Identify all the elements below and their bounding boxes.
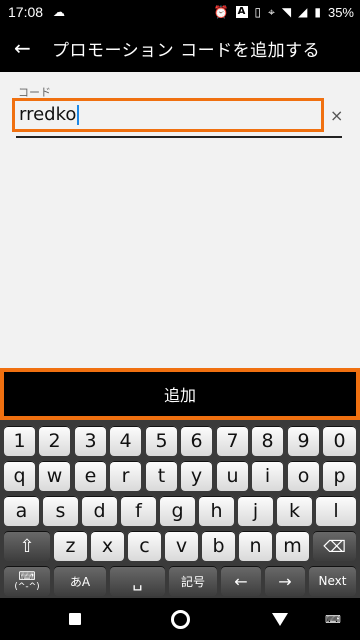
key-3[interactable]: 3 <box>75 426 106 456</box>
space-key[interactable]: ␣ <box>110 566 165 596</box>
text-cursor <box>77 105 80 125</box>
cursor-right-key[interactable]: → <box>265 566 305 596</box>
key-p[interactable]: p <box>323 461 356 491</box>
clear-icon[interactable]: × <box>330 106 343 125</box>
battery-percent: 35% <box>327 4 354 20</box>
shift-key[interactable]: ⇧ <box>4 531 50 561</box>
cloud-icon: ☁ <box>53 5 66 19</box>
key-q[interactable]: q <box>4 461 35 491</box>
key-j[interactable]: j <box>238 496 273 526</box>
code-input-text: rredko <box>19 104 77 125</box>
key-w[interactable]: w <box>39 461 70 491</box>
key-t[interactable]: t <box>146 461 177 491</box>
wifi-icon: ◥ <box>281 5 292 19</box>
keyboard-grid-icon: ⌨ <box>325 612 341 626</box>
back-button[interactable] <box>265 598 295 640</box>
key-2[interactable]: 2 <box>39 426 70 456</box>
key-g[interactable]: g <box>160 496 195 526</box>
key-9[interactable]: 9 <box>288 426 319 456</box>
form-area: コード rredko × <box>0 72 360 368</box>
key-k[interactable]: k <box>277 496 312 526</box>
key-y[interactable]: y <box>181 461 212 491</box>
key-r[interactable]: r <box>110 461 141 491</box>
key-6[interactable]: 6 <box>181 426 212 456</box>
key-8[interactable]: 8 <box>252 426 283 456</box>
shift-icon: ⇧ <box>19 535 35 557</box>
key-o[interactable]: o <box>288 461 319 491</box>
key-v[interactable]: v <box>165 531 198 561</box>
keyboard-icon: ⌨ <box>18 569 36 583</box>
input-mode-indicator: A <box>235 6 248 18</box>
key-h[interactable]: h <box>199 496 234 526</box>
backspace-key[interactable]: ⌫ <box>313 531 356 561</box>
signal-icon: ◢ <box>298 5 308 19</box>
key-l[interactable]: l <box>316 496 356 526</box>
square-icon <box>69 613 81 625</box>
battery-icon: ▮ <box>314 5 321 19</box>
key-z[interactable]: z <box>54 531 87 561</box>
backspace-icon: ⌫ <box>323 536 346 556</box>
back-arrow-icon[interactable]: ← <box>14 24 34 72</box>
key-1[interactable]: 1 <box>4 426 35 456</box>
triangle-down-icon <box>272 612 288 626</box>
recents-button[interactable] <box>60 598 90 640</box>
key-5[interactable]: 5 <box>146 426 177 456</box>
home-button[interactable] <box>165 598 195 640</box>
cursor-left-key[interactable]: ← <box>221 566 261 596</box>
add-button-frame: 追加 <box>0 368 360 420</box>
input-underline <box>16 136 342 138</box>
key-b[interactable]: b <box>202 531 235 561</box>
add-button-label: 追加 <box>163 386 196 405</box>
keyboard-settings-key[interactable]: ⌨ (^-^) <box>4 566 50 596</box>
key-s[interactable]: s <box>43 496 78 526</box>
key-f[interactable]: f <box>121 496 156 526</box>
input-mode-label: あA <box>69 574 91 589</box>
keyboard-switch-button[interactable]: ⌨ <box>318 598 348 640</box>
system-nav-bar: ⌨ <box>0 598 360 640</box>
alarm-icon: ⏰ <box>213 5 229 19</box>
app-bar: ← プロモーション コードを追加する <box>0 24 360 72</box>
soft-keyboard: 1 2 3 4 5 6 7 8 9 0 q w e r t y u i o p … <box>0 420 360 598</box>
key-e[interactable]: e <box>75 461 106 491</box>
key-u[interactable]: u <box>217 461 248 491</box>
next-key[interactable]: Next <box>309 566 356 596</box>
key-4[interactable]: 4 <box>110 426 141 456</box>
add-button[interactable]: 追加 <box>4 372 356 416</box>
location-icon: ⌖ <box>268 4 275 19</box>
emoticon-label: (^-^) <box>14 582 40 592</box>
status-bar: 17:08 ☁ ⏰ A ▯ ⌖ ◥ ◢ ▮ 35% <box>0 0 360 24</box>
key-n[interactable]: n <box>239 531 272 561</box>
code-input-value[interactable]: rredko <box>19 104 80 125</box>
input-mode-key[interactable]: あA <box>54 566 106 596</box>
key-d[interactable]: d <box>82 496 117 526</box>
key-7[interactable]: 7 <box>217 426 248 456</box>
page-title: プロモーション コードを追加する <box>52 40 321 61</box>
key-i[interactable]: i <box>252 461 283 491</box>
key-m[interactable]: m <box>276 531 309 561</box>
key-c[interactable]: c <box>128 531 161 561</box>
status-icons: ⏰ A ▯ ⌖ ◥ ◢ ▮ 35% <box>214 0 354 24</box>
vibrate-icon: ▯ <box>254 5 262 19</box>
symbol-key-label: 記号 <box>180 574 205 589</box>
space-icon: ␣ <box>132 571 143 591</box>
arrow-left-icon: ← <box>234 571 248 591</box>
code-input[interactable]: rredko <box>12 98 324 132</box>
symbol-key[interactable]: 記号 <box>169 566 217 596</box>
key-x[interactable]: x <box>91 531 124 561</box>
arrow-right-icon: → <box>278 571 292 591</box>
key-0[interactable]: 0 <box>323 426 356 456</box>
circle-icon <box>170 609 190 629</box>
status-time: 17:08 <box>8 4 44 20</box>
next-key-label: Next <box>318 574 347 588</box>
key-a[interactable]: a <box>4 496 39 526</box>
